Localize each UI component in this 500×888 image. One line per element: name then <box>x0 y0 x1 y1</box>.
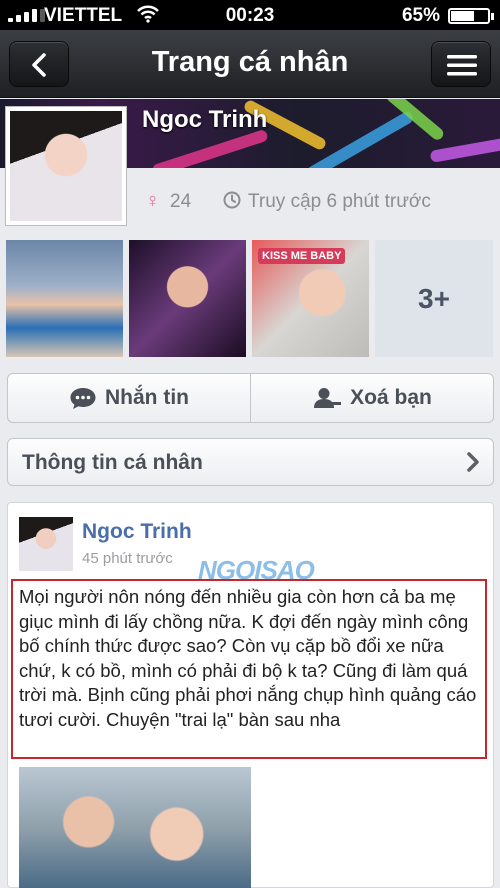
photo-thumbnail[interactable] <box>129 240 246 357</box>
action-bar: Nhắn tin Xoá bạn <box>7 373 494 423</box>
nav-bar: Trang cá nhân <box>0 30 500 98</box>
cover-decoration <box>429 137 500 163</box>
remove-friend-icon <box>314 388 342 408</box>
history-icon <box>223 191 241 209</box>
avatar-image <box>10 111 122 221</box>
last-visit-text: Truy cập 6 phút trước <box>248 191 431 212</box>
photo-thumbnail[interactable]: KISS ME BABY <box>252 240 369 357</box>
profile-name: Ngoc Trinh <box>142 106 268 133</box>
chevron-left-icon <box>32 53 46 77</box>
more-photos-button[interactable]: 3+ <box>375 240 493 357</box>
personal-info-label: Thông tin cá nhân <box>22 451 203 474</box>
female-icon: ♀ <box>145 190 160 212</box>
back-button[interactable] <box>9 41 69 87</box>
message-button[interactable]: Nhắn tin <box>8 374 250 422</box>
menu-button[interactable] <box>431 41 491 87</box>
age-value: 24 <box>170 191 192 212</box>
post-author-name[interactable]: Ngoc Trinh <box>82 520 192 544</box>
unfriend-button[interactable]: Xoá bạn <box>250 374 493 422</box>
gender-age: ♀ 24 <box>145 190 191 213</box>
battery-fill <box>451 11 475 21</box>
post-timestamp: 45 phút trước <box>82 550 173 567</box>
chevron-right-icon <box>467 452 479 472</box>
hamburger-icon <box>447 55 477 76</box>
post-photo[interactable] <box>19 767 251 888</box>
unfriend-label: Xoá bạn <box>350 386 432 409</box>
battery-icon <box>448 8 494 24</box>
personal-info-row[interactable]: Thông tin cá nhân <box>7 438 494 486</box>
chat-icon <box>70 388 96 409</box>
post-author-avatar[interactable] <box>19 517 73 571</box>
post-card: Ngoc Trinh 45 phút trước NGOISAO Mọi ngư… <box>7 502 494 888</box>
photo-caption: KISS ME BABY <box>258 248 346 264</box>
battery-percent: 65% <box>401 5 440 26</box>
profile-avatar[interactable] <box>5 106 127 226</box>
photo-thumbnail[interactable] <box>6 240 123 357</box>
message-label: Nhắn tin <box>105 386 189 409</box>
page-title: Trang cá nhân <box>151 46 349 78</box>
status-bar: VIETTEL 00:23 65% <box>0 0 500 30</box>
cover-decoration <box>151 128 269 168</box>
post-text: Mọi người nôn nóng đến nhiều gia còn hơn… <box>11 579 487 759</box>
last-visit: Truy cập 6 phút trước <box>222 190 431 213</box>
